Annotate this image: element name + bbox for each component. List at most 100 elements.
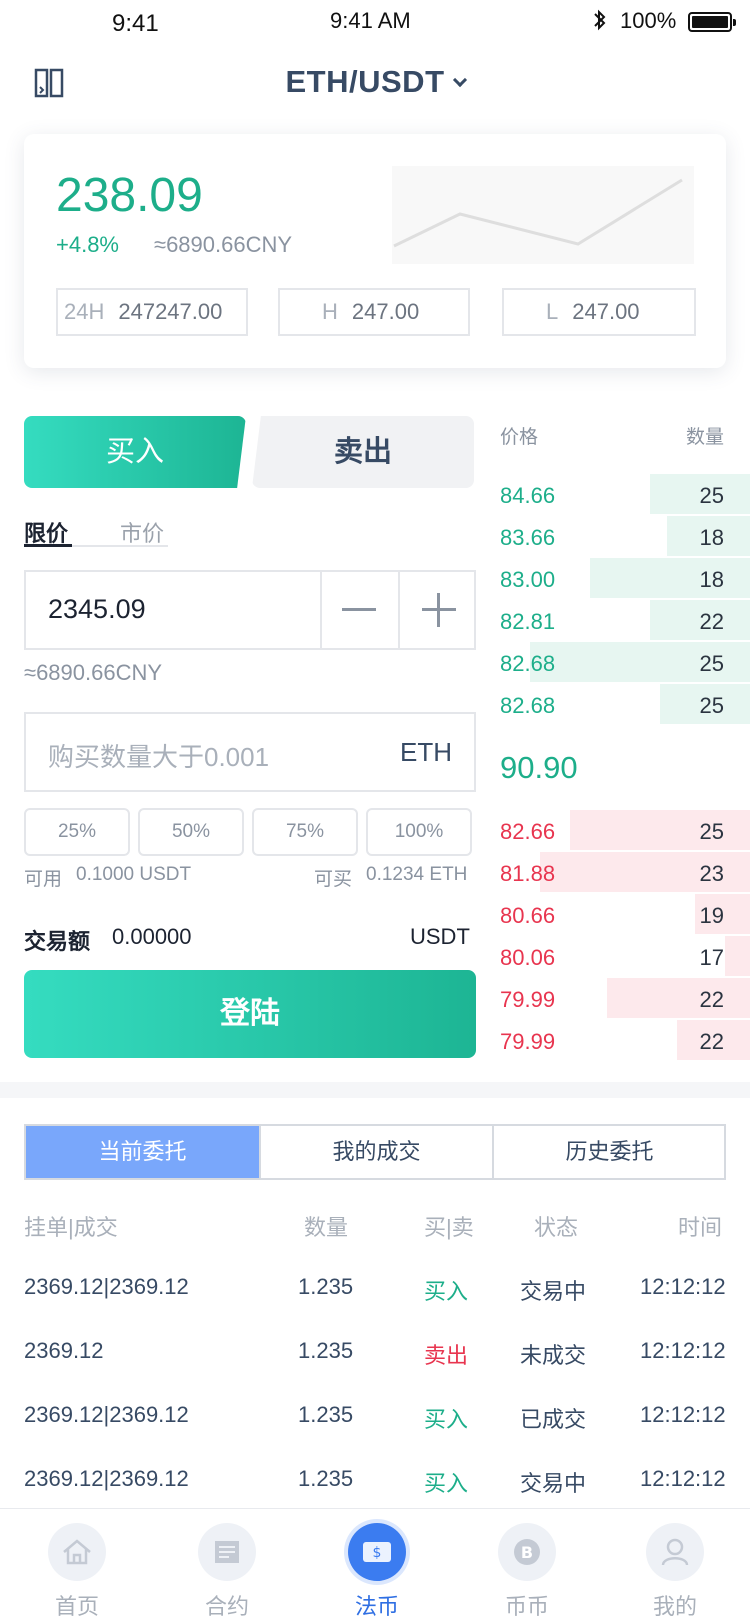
orderbook-green-row[interactable]: 84.66 25 [500,474,750,514]
orderbook-red-row[interactable]: 80.66 19 [500,894,750,934]
contract-icon [198,1523,256,1581]
trade-amount-unit: USDT [410,924,470,949]
col-price: 挂单|成交 [24,1215,118,1240]
orderbook-qty: 25 [699,651,724,676]
profile-icon [646,1523,704,1581]
depth-bar [590,558,750,598]
order-side: 卖出 [424,1343,469,1368]
orderbook-price: 83.66 [500,525,556,550]
orderbook-red-row[interactable]: 79.99 22 [500,978,750,1018]
orderbook-qty: 25 [699,819,724,844]
order-status: 已成交 [520,1407,587,1432]
decrement-price-button[interactable] [342,608,376,611]
bottom-tab-bar: 首页 合约 $ 法币 B 币币 我的 [0,1508,750,1624]
orderbook-green-row[interactable]: 82.68 25 [500,642,750,682]
orderbook-mid-price: 90.90 [500,750,578,785]
percent-25-button[interactable]: 25% [24,808,130,856]
orderbook-green-row[interactable]: 82.81 22 [500,600,750,640]
orderbook-qty: 22 [699,1029,724,1054]
price-cny: ≈6890.66CNY [154,232,293,257]
order-time: 12:12:12 [640,1466,726,1491]
status-time-left: 9:41 [112,10,159,37]
orderbook-qty: 22 [699,609,724,634]
col-side: 买|卖 [424,1215,474,1240]
order-side: 买入 [424,1407,469,1432]
order-time: 12:12:12 [640,1338,726,1363]
tab-home[interactable]: 首页 [2,1523,152,1621]
orderbook-red-row[interactable]: 79.99 22 [500,1020,750,1060]
quantity-placeholder: 购买数量大于0.001 [48,742,270,772]
orderbook-qty: 25 [699,483,724,508]
orderbook-qty: 23 [699,861,724,886]
col-status: 状态 [534,1215,579,1240]
orderbook-qty: 25 [699,693,724,718]
battery-percent: 100% [620,8,677,33]
orderbook-red-row[interactable]: 80.06 17 [500,936,750,976]
tab-market-order[interactable]: 市价 [120,516,164,548]
svg-text:$: $ [373,1545,382,1561]
order-qty: 1.235 [298,1402,354,1427]
tab-fiat[interactable]: $ 法币 [302,1523,452,1621]
quantity-field[interactable]: 购买数量大于0.001 ETH [24,712,476,792]
bitcoin-icon: B [498,1523,556,1581]
tab-order-history[interactable]: 历史委托 [492,1126,725,1178]
depth-bar [607,978,750,1018]
sparkline-chart [392,166,694,264]
svg-text:B: B [521,1543,533,1562]
stat-24h: 24H 247247.00 [56,288,248,336]
orderbook-red-row[interactable]: 82.66 25 [500,810,750,850]
orderbook-price: 81.88 [500,861,556,886]
order-time: 12:12:12 [640,1402,726,1427]
tab-coin[interactable]: B 币币 [452,1523,602,1621]
price-change: +4.8% [56,232,119,257]
orderbook-price: 79.99 [500,987,556,1012]
tab-profile[interactable]: 我的 [600,1523,750,1621]
can-buy-value: 0.1234 ETH [366,864,468,885]
login-button[interactable]: 登陆 [24,970,476,1058]
orderbook-price: 80.06 [500,945,556,970]
orderbook-price: 84.66 [500,483,556,508]
order-price: 2369.12|2369.12 [24,1466,189,1491]
plus-icon [437,593,440,627]
order-price: 2369.12|2369.12 [24,1274,189,1299]
orderbook-green-row[interactable]: 83.00 18 [500,558,750,598]
stat-low: L 247.00 [502,288,696,336]
home-icon [48,1523,106,1581]
can-buy-label: 可买 [314,869,353,890]
order-status: 交易中 [520,1279,587,1304]
price-stepper: 2345.09 [24,570,476,650]
orderbook-qty: 22 [699,987,724,1012]
pair-selector[interactable]: ETH/USDT [0,64,750,100]
orderbook-green-row[interactable]: 83.66 18 [500,516,750,556]
percent-50-button[interactable]: 50% [138,808,244,856]
order-price: 2369.12|2369.12 [24,1402,189,1427]
tab-buy[interactable]: 买入 [24,416,246,488]
orderbook-price: 80.66 [500,903,556,928]
orderbook-qty: 17 [699,945,724,970]
battery-icon [688,12,736,32]
price-cny-approx: ≈6890.66CNY [24,660,163,685]
orderbook-price: 82.66 [500,819,556,844]
price-input[interactable]: 2345.09 [48,594,146,625]
orderbook-price: 83.00 [500,567,556,592]
order-qty: 1.235 [298,1338,354,1363]
percent-100-button[interactable]: 100% [366,808,472,856]
orderbook-red-row[interactable]: 81.88 23 [500,852,750,892]
quantity-unit: ETH [400,737,452,767]
tab-my-trades[interactable]: 我的成交 [259,1126,492,1178]
pair-label: ETH/USDT [285,64,445,99]
fiat-icon: $ [348,1523,406,1581]
tab-sell[interactable]: 卖出 [252,416,474,488]
orderbook-price: 82.68 [500,693,556,718]
col-time: 时间 [678,1215,723,1240]
orderbook-qty: 19 [699,903,724,928]
orderbook-qty: 18 [699,525,724,550]
available-label: 可用 [24,869,63,890]
tab-current-orders[interactable]: 当前委托 [26,1126,259,1178]
order-time: 12:12:12 [640,1274,726,1299]
status-time: 9:41 AM [330,8,411,33]
percent-75-button[interactable]: 75% [252,808,358,856]
col-qty: 数量 [304,1215,349,1240]
tab-contract[interactable]: 合约 [152,1523,302,1621]
orderbook-green-row[interactable]: 82.68 25 [500,684,750,724]
